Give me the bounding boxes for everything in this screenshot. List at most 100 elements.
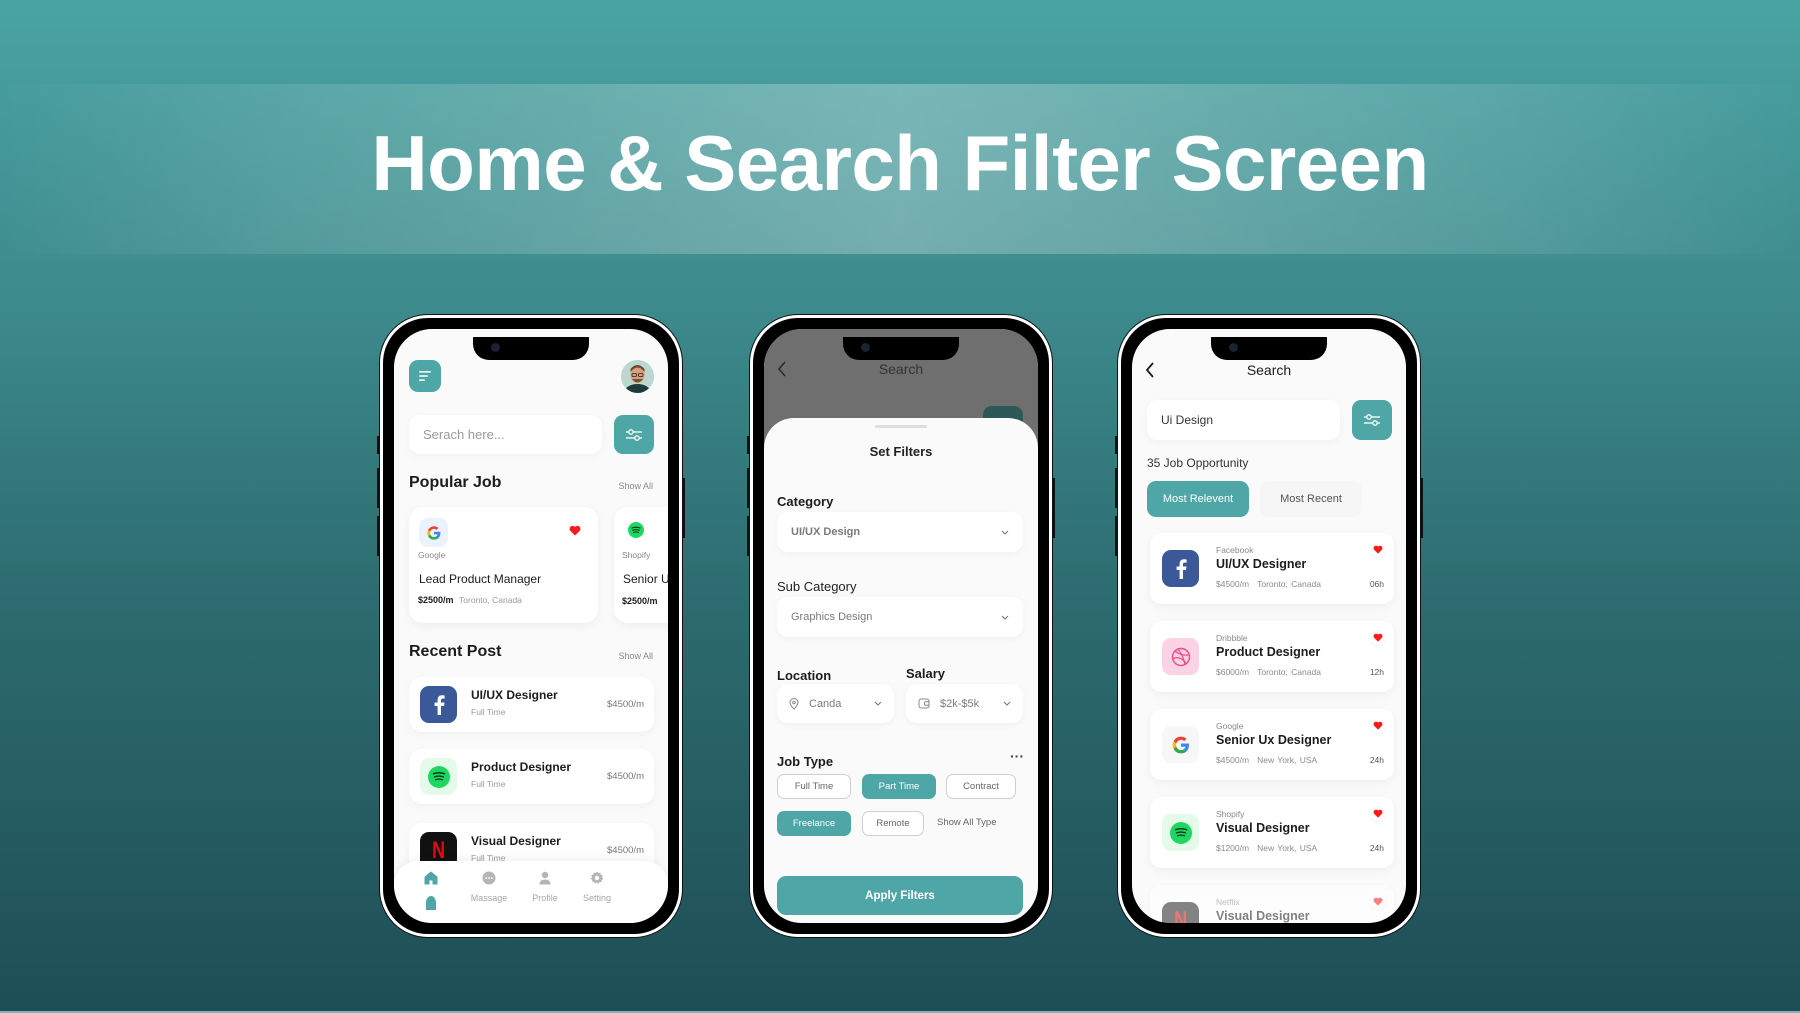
heart-icon[interactable] [569,525,581,536]
favorite-button[interactable] [1370,629,1386,645]
tab-most-recent[interactable]: Most Recent [1260,481,1362,517]
favorite-button[interactable] [1370,541,1386,557]
company-name: Dribbble [1216,633,1248,643]
posted-age: 24h [1369,755,1384,765]
google-icon [426,525,440,540]
subcategory-value: Graphics Design [791,611,873,623]
salary-value: $2k-$5k [940,697,980,710]
job-type-chip[interactable]: Remote [862,811,924,836]
favorite-button[interactable] [1370,805,1386,821]
job-type-chip[interactable]: Freelance [777,811,851,836]
company-name: Google [1216,721,1244,731]
result-count: 35 Job Opportunity [1147,456,1249,470]
location-dropdown[interactable]: Canda [777,684,894,723]
more-options-icon[interactable]: ··· [1010,748,1024,764]
category-dropdown[interactable]: UI/UX Design [777,512,1023,552]
chevron-down-icon [874,701,882,706]
favorite-button[interactable] [1370,893,1386,909]
job-type-chip[interactable]: Full Time [777,774,851,799]
active-indicator [426,896,436,910]
favorite-button[interactable] [1370,717,1386,733]
google-logo [419,518,448,547]
job-role: Senior Ux Designer [1216,733,1332,747]
heart-icon [1373,809,1383,818]
location-value: Canda [809,697,842,710]
filter-button[interactable] [614,415,654,454]
search-placeholder: Serach here... [423,427,505,442]
category-label: Category [777,494,834,509]
search-query: Ui Design [1161,413,1214,427]
popular-show-all-link[interactable]: Show All [618,481,653,491]
facebook-logo [1162,550,1199,587]
side-button [377,468,380,508]
screen-title: Search [1246,362,1292,378]
nav-item-home[interactable] [406,871,456,910]
user-avatar-icon [621,360,654,393]
salary-dropdown[interactable]: $2k-$5k [906,684,1023,723]
spotify-logo [420,758,457,795]
gear-icon [590,871,604,884]
posted-age: 24h [1369,843,1384,853]
category-value: UI/UX Design [791,526,861,538]
company-name: Netflix [1216,897,1240,907]
wallet-icon [918,698,930,709]
profile-icon [539,871,551,885]
search-input[interactable]: Serach here... [409,415,602,454]
job-result-card[interactable]: Facebook UI/UX Designer $4500/m Toronto, … [1150,533,1394,604]
nav-item-massage[interactable]: Massage [464,871,514,903]
job-type-chip[interactable]: Part Time [862,774,936,799]
posted-age: 06h [1369,579,1384,589]
side-button [747,468,750,508]
popular-job-title: Popular Job [409,474,502,491]
job-role: Product Designer [471,760,572,774]
job-salary: $4500/m [607,699,644,710]
job-salary: $1200/m [1216,843,1250,853]
job-result-card[interactable]: Dribbble Product Designer $6000/m Toronto… [1150,621,1394,692]
apply-filters-button[interactable]: Apply Filters [777,876,1023,915]
company-name: Facebook [1216,545,1254,555]
side-button [1420,478,1423,538]
menu-button[interactable] [409,360,441,392]
job-salary: $6000/m [1216,667,1250,677]
sheet-grabber[interactable] [875,425,927,428]
job-type: Full Time [471,707,506,717]
nav-item-setting[interactable]: Setting [572,871,622,903]
nav-item-profile[interactable]: Profile [520,871,570,903]
search-screen: Search Ui Design 35 Job Opportunity Most… [1132,329,1406,923]
heart-icon [1373,721,1383,730]
tab-most-relevent[interactable]: Most Relevent [1147,481,1249,517]
page-title: Home & Search Filter Screen [371,119,1429,207]
side-button [747,516,750,556]
show-all-type-link[interactable]: Show All Type [937,817,997,828]
job-salary: $4500/m [1216,579,1250,589]
spotify-logo [1162,814,1199,851]
job-result-card[interactable]: N Netflix Visual Designer [1150,885,1394,923]
side-button [1115,516,1118,556]
phone-filters: Search Set Filters Category UI/UX Design… [747,315,1055,937]
job-type-chip[interactable]: Contract [946,774,1016,799]
popular-job-card[interactable]: Shopify Senior U $2500/m [614,507,668,623]
job-role: Visual Designer [1216,909,1310,923]
nav-label: Setting [582,893,612,903]
recent-show-all-link[interactable]: Show All [618,651,653,661]
recent-post-item[interactable]: Product Designer Full Time $4500/m [409,749,654,804]
sheet-title: Set Filters [869,444,933,459]
facebook-icon [434,694,445,715]
job-location: New York, USA [1257,843,1318,853]
dribbble-logo [1162,638,1199,675]
job-role: UI/UX Designer [471,688,558,702]
subcategory-dropdown[interactable]: Graphics Design [777,597,1023,637]
side-button [1052,478,1055,538]
job-result-card[interactable]: Google Senior Ux Designer $4500/m New Yor… [1150,709,1394,780]
spotify-icon [631,526,641,533]
side-button [682,478,685,538]
facebook-icon [1176,558,1187,579]
chevron-down-icon [1001,615,1009,620]
job-result-card[interactable]: Shopify Visual Designer $1200/m New York,… [1150,797,1394,868]
search-input[interactable]: Ui Design [1147,400,1340,440]
filter-button[interactable] [1352,400,1392,440]
popular-job-card[interactable]: Google Lead Product Manager $2500/m Toro… [409,507,598,623]
recent-post-item[interactable]: UI/UX Designer Full Time $4500/m [409,677,654,732]
job-salary: $4500/m [1216,755,1250,765]
avatar[interactable] [621,360,654,393]
